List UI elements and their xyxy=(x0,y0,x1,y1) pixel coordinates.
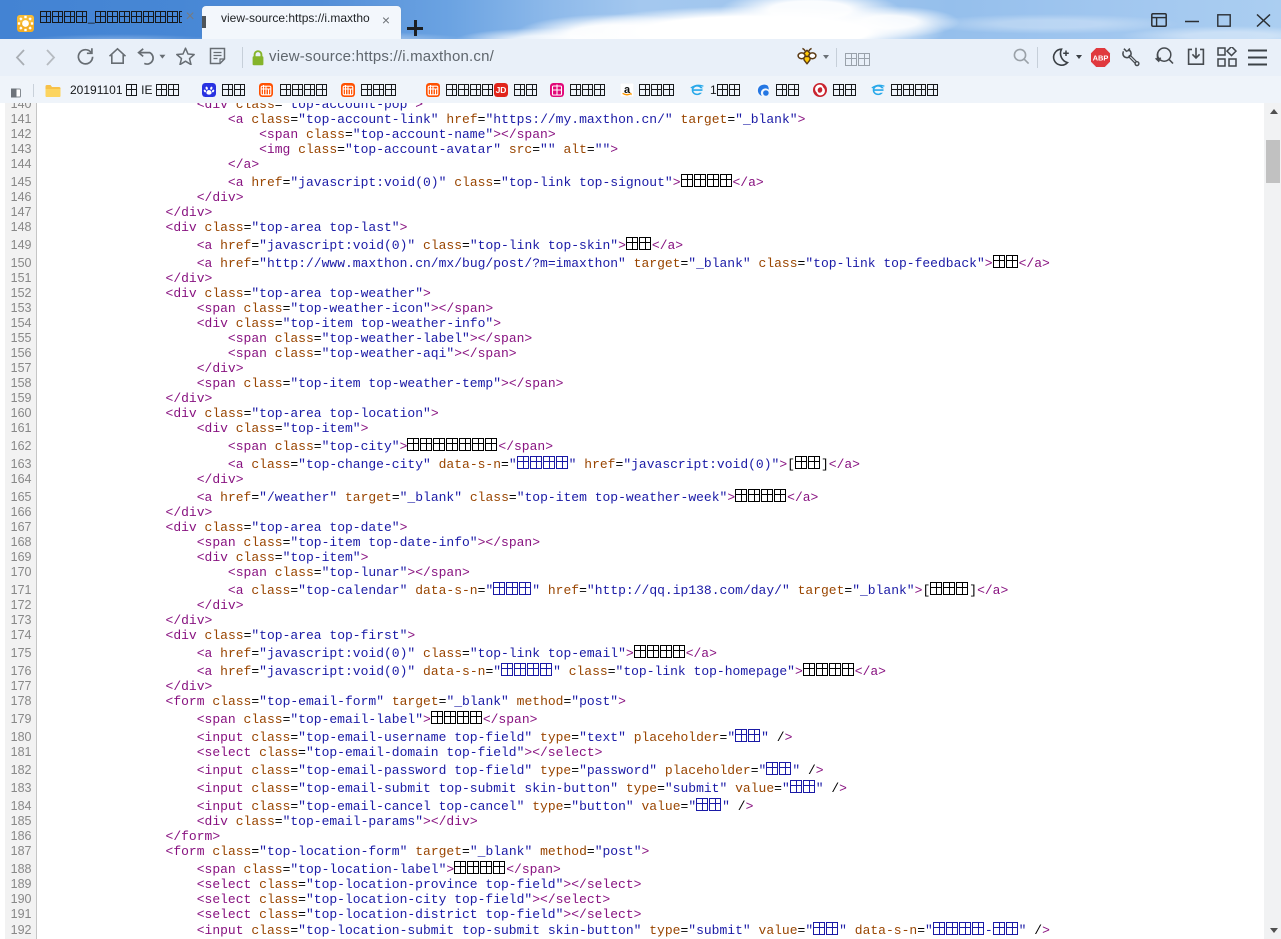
svg-text:ABP: ABP xyxy=(1093,54,1109,63)
svg-text:JD: JD xyxy=(496,85,507,95)
